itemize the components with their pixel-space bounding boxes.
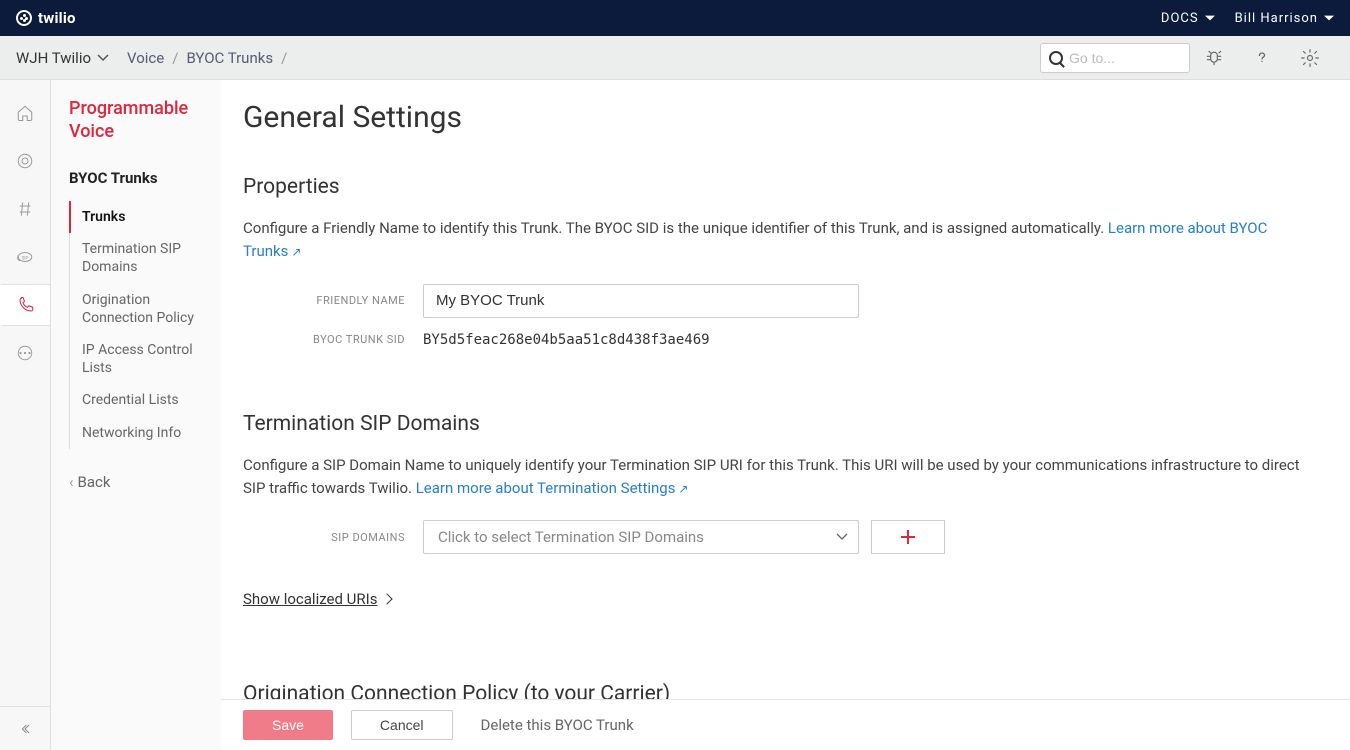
crumb-voice[interactable]: Voice	[127, 49, 164, 67]
chevron-down-icon	[97, 54, 109, 62]
rail-more[interactable]	[0, 332, 50, 374]
twilio-logo-icon	[16, 10, 32, 26]
section-title: BYOC Trunks	[69, 169, 213, 187]
action-footer: Save Cancel Delete this BYOC Trunk	[221, 699, 1350, 750]
properties-heading: Properties	[243, 175, 1320, 199]
breadcrumb-bar: WJH Twilio Voice / BYOC Trunks /	[0, 36, 1350, 80]
termination-heading: Termination SIP Domains	[243, 412, 1320, 436]
crumb-byoc[interactable]: BYOC Trunks	[186, 49, 273, 67]
friendly-name-row: FRIENDLY NAME	[243, 284, 1320, 318]
sidebar-item-credentials[interactable]: Credential Lists	[70, 384, 213, 416]
user-menu[interactable]: Bill Harrison	[1235, 11, 1334, 26]
termination-desc-text: Configure a SIP Domain Name to uniquely …	[243, 456, 1300, 497]
search-icon	[1049, 51, 1063, 65]
bug-icon	[1204, 48, 1224, 68]
show-localized-uris-link[interactable]: Show localized URIs	[243, 590, 391, 608]
termination-desc: Configure a SIP Domain Name to uniquely …	[243, 454, 1303, 501]
content-wrap: General Settings Properties Configure a …	[221, 80, 1350, 750]
sid-label: BYOC TRUNK SID	[243, 333, 423, 346]
plus-icon	[901, 530, 915, 544]
content-scroll[interactable]: General Settings Properties Configure a …	[221, 80, 1350, 750]
home-icon	[16, 104, 34, 122]
back-link[interactable]: Back	[69, 473, 213, 491]
sidebar: Programmable Voice BYOC Trunks Trunks Te…	[51, 80, 221, 750]
sidebar-item-origination[interactable]: Origination Connection Policy	[70, 284, 213, 334]
search-box[interactable]	[1040, 43, 1190, 73]
chevron-down-icon	[1324, 16, 1334, 21]
page-title: General Settings	[243, 100, 1320, 135]
settings-icon-button[interactable]	[1286, 36, 1334, 80]
sip-domains-row: SIP DOMAINS Click to select Termination …	[243, 520, 1320, 554]
crumb-separator: /	[281, 49, 287, 67]
show-localized-label: Show localized URIs	[243, 590, 377, 608]
chevron-right-icon	[382, 593, 393, 604]
sip-domains-select[interactable]: Click to select Termination SIP Domains	[423, 520, 859, 554]
icon-rail: SIP	[0, 80, 50, 374]
hash-icon	[16, 200, 34, 218]
account-name: WJH Twilio	[16, 49, 91, 67]
friendly-name-label: FRIENDLY NAME	[243, 294, 423, 307]
more-icon	[16, 344, 34, 362]
sidebar-item-networking[interactable]: Networking Info	[70, 417, 213, 449]
rail-collapse[interactable]	[0, 706, 50, 750]
sidebar-item-trunks[interactable]: Trunks	[69, 201, 213, 233]
svg-text:SIP: SIP	[22, 255, 29, 261]
topbar: twilio DOCS Bill Harrison	[0, 0, 1350, 36]
user-name: Bill Harrison	[1235, 11, 1318, 26]
properties-desc-text: Configure a Friendly Name to identify th…	[243, 219, 1108, 237]
termination-learn-more-link[interactable]: Learn more about Termination Settings	[416, 479, 689, 497]
add-sip-domain-button[interactable]	[871, 520, 945, 554]
brand-name: twilio	[38, 9, 76, 27]
sidebar-item-ipacl[interactable]: IP Access Control Lists	[70, 334, 213, 384]
help-icon-button[interactable]	[1238, 36, 1286, 80]
rail-voice[interactable]	[0, 284, 50, 326]
phone-icon	[17, 296, 35, 314]
sid-value: BY5d5feac268e04b5aa51c8d438f3ae469	[423, 332, 710, 348]
delete-trunk-link[interactable]: Delete this BYOC Trunk	[481, 716, 634, 734]
chevron-down-icon	[836, 531, 848, 543]
brand-logo[interactable]: twilio	[16, 9, 76, 27]
crumb-separator: /	[172, 49, 178, 67]
friendly-name-input[interactable]	[423, 284, 859, 318]
sidebar-nav: Trunks Termination SIP Domains Originati…	[69, 201, 213, 449]
sip-domains-placeholder: Click to select Termination SIP Domains	[438, 528, 704, 546]
sidebar-item-termination[interactable]: Termination SIP Domains	[70, 233, 213, 283]
search-input[interactable]	[1069, 50, 1181, 66]
docs-label: DOCS	[1161, 11, 1199, 26]
sip-icon: SIP	[16, 248, 34, 266]
account-selector[interactable]: WJH Twilio	[16, 49, 109, 67]
docs-link[interactable]: DOCS	[1161, 11, 1215, 26]
product-title[interactable]: Programmable Voice	[69, 98, 213, 143]
save-button[interactable]: Save	[243, 710, 333, 740]
collapse-icon	[17, 721, 33, 737]
gear-icon	[1300, 48, 1320, 68]
sip-domains-label: SIP DOMAINS	[243, 531, 423, 544]
rail-target[interactable]	[0, 140, 50, 182]
help-icon	[1252, 48, 1272, 68]
target-icon	[16, 152, 34, 170]
main-region: SIP Programmable Voice BYOC Trunks Trunk…	[0, 80, 1350, 750]
chevron-down-icon	[1205, 16, 1215, 21]
breadcrumb: Voice / BYOC Trunks /	[127, 49, 287, 67]
sid-row: BYOC TRUNK SID BY5d5feac268e04b5aa51c8d4…	[243, 332, 1320, 348]
rail-hash[interactable]	[0, 188, 50, 230]
rail-sip[interactable]: SIP	[0, 236, 50, 278]
properties-desc: Configure a Friendly Name to identify th…	[243, 217, 1303, 264]
rail-home[interactable]	[0, 92, 50, 134]
debug-icon-button[interactable]	[1190, 36, 1238, 80]
cancel-button[interactable]: Cancel	[351, 710, 453, 740]
